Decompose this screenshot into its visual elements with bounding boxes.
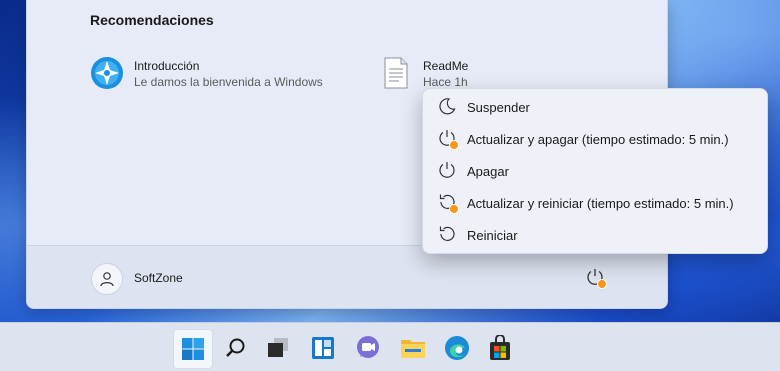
- update-badge: [597, 279, 607, 289]
- recommended-item-title: ReadMe: [423, 59, 469, 73]
- power-menu-label: Actualizar y reiniciar (tiempo estimado:…: [467, 195, 734, 211]
- power-menu-item-sleep[interactable]: Suspender: [427, 92, 763, 122]
- widgets-icon[interactable]: [304, 329, 342, 367]
- restart-icon: [437, 224, 459, 246]
- recommended-item-readme[interactable]: ReadMe Hace 1h: [379, 56, 468, 90]
- get-started-icon: [90, 56, 124, 90]
- power-update-icon: [437, 128, 459, 150]
- power-menu-label: Actualizar y apagar (tiempo estimado: 5 …: [467, 131, 729, 147]
- update-badge: [449, 140, 459, 150]
- power-menu-item-shutdown[interactable]: Apagar: [427, 156, 763, 186]
- power-menu: Suspender Actualizar y apagar (tiempo es…: [422, 88, 768, 254]
- teams-chat-icon[interactable]: [349, 329, 387, 367]
- document-icon: [379, 56, 413, 90]
- task-view-icon[interactable]: [259, 329, 297, 367]
- recommended-item-title: Introducción: [134, 59, 200, 73]
- taskbar: [0, 322, 780, 371]
- power-menu-item-update-restart[interactable]: Actualizar y reiniciar (tiempo estimado:…: [427, 188, 763, 218]
- update-badge: [449, 204, 459, 214]
- power-menu-label: Apagar: [467, 163, 509, 179]
- edge-icon[interactable]: [438, 329, 476, 367]
- power-icon: [437, 160, 459, 182]
- search-icon[interactable]: [217, 329, 255, 367]
- recommended-item-subtitle: Le damos la bienvenida a Windows: [134, 75, 323, 89]
- power-menu-label: Reiniciar: [467, 227, 518, 243]
- recommended-title: Recomendaciones: [90, 12, 214, 28]
- user-icon[interactable]: [91, 263, 123, 295]
- start-menu-footer: SoftZone: [27, 245, 667, 308]
- recommended-item-get-started[interactable]: Introducción Le damos la bienvenida a Wi…: [90, 56, 323, 90]
- file-explorer-icon[interactable]: [394, 329, 432, 367]
- store-icon[interactable]: [481, 329, 519, 367]
- windows-start-icon[interactable]: [173, 329, 213, 369]
- power-menu-item-update-shutdown[interactable]: Actualizar y apagar (tiempo estimado: 5 …: [427, 124, 763, 154]
- power-menu-item-restart[interactable]: Reiniciar: [427, 220, 763, 250]
- moon-icon: [437, 96, 459, 118]
- restart-update-icon: [437, 192, 459, 214]
- user-name[interactable]: SoftZone: [134, 271, 183, 285]
- power-menu-label: Suspender: [467, 99, 530, 115]
- power-button[interactable]: [585, 267, 607, 289]
